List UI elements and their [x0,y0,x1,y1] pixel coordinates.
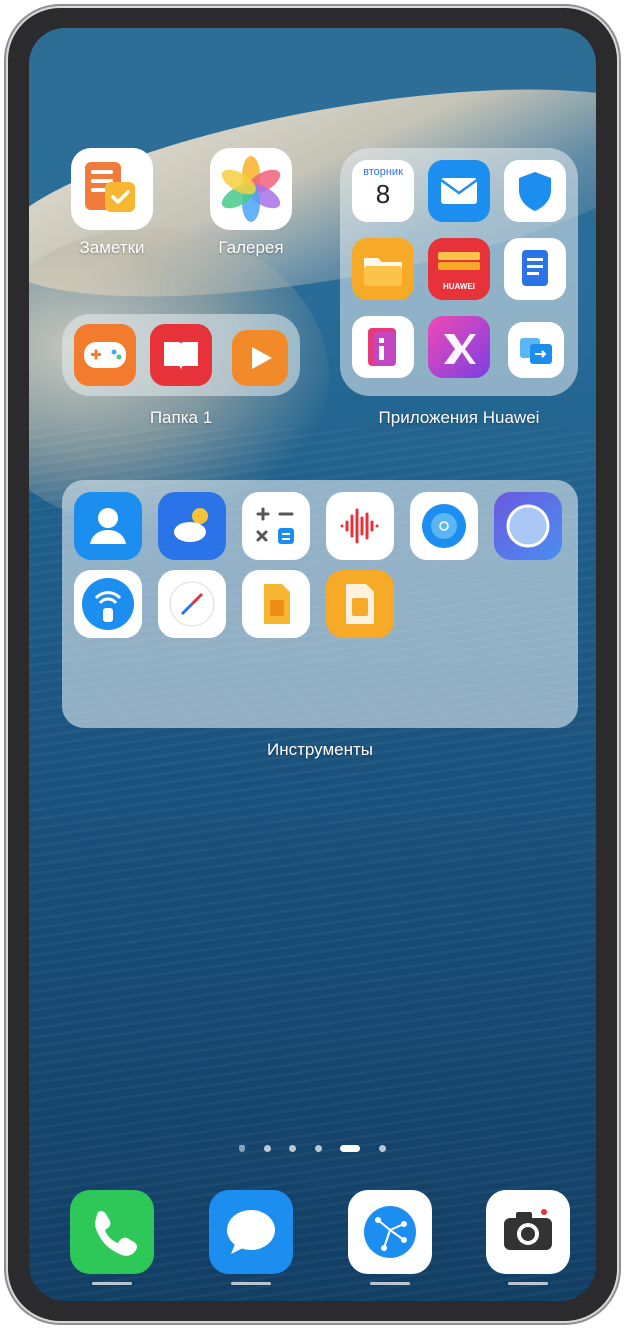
app-gallery-label: Галерея [218,238,284,257]
phone-clone-icon [508,322,564,378]
folder-papka-1[interactable] [62,314,300,396]
docs-icon [504,238,566,300]
dock-indicator [370,1282,410,1285]
video-icon [232,330,288,386]
dock-indicator [508,1282,548,1285]
recorder-icon [326,492,394,560]
game-icon [74,324,136,386]
notes-icon [71,148,153,230]
tips-icon [352,316,414,378]
calendar-day: 8 [375,179,391,209]
page-dot[interactable] [314,1145,322,1153]
folder-tools-label: Инструменты [266,740,373,759]
folder-huawei-apps[interactable]: вторник 8 HUAWEI [340,148,578,396]
weather-icon [158,492,226,560]
folder-papka-1-label: Папка 1 [149,408,213,427]
page-dot-active[interactable] [340,1145,361,1153]
mirror-icon [410,492,478,560]
compass-icon [158,570,226,638]
magnifier-icon [494,492,562,560]
folder-tools[interactable] [62,480,578,728]
app-notes[interactable]: Заметки [70,148,154,258]
dock-indicator [231,1282,271,1285]
app-gallery[interactable]: Галерея [209,148,293,258]
books-icon [150,324,212,386]
dock-indicator [92,1282,132,1285]
home-screen: Заметки Галерея Папка 1 вторник 8 HUAWEI… [29,28,596,1301]
gallery-icon [210,148,292,230]
remote-icon [74,570,142,638]
page-dot[interactable] [263,1145,271,1153]
folder-huawei-apps-label: Приложения Huawei [378,408,540,427]
email-icon [428,160,490,222]
messages-icon[interactable] [209,1190,293,1274]
page-dot[interactable] [378,1145,386,1153]
wallet-brand-text: HUAWEI [443,282,475,291]
files-icon [352,238,414,300]
phone-icon[interactable] [70,1190,154,1274]
sim-toolkit-icon [326,570,394,638]
sim-icon [242,570,310,638]
security-icon [504,160,566,222]
calendar-icon: вторник 8 [352,160,414,222]
app-notes-label: Заметки [79,238,145,257]
wallet-icon: HUAWEI [428,238,490,300]
calculator-icon [242,492,310,560]
camera-icon[interactable] [486,1190,570,1274]
page-indicator[interactable] [29,1140,596,1154]
browser-icon[interactable] [348,1190,432,1274]
contacts-icon [74,492,142,560]
page-indicator-tips-icon[interactable] [239,1145,246,1153]
page-dot[interactable] [289,1145,297,1153]
themes-icon [428,316,490,378]
calendar-weekday: вторник [363,166,403,178]
